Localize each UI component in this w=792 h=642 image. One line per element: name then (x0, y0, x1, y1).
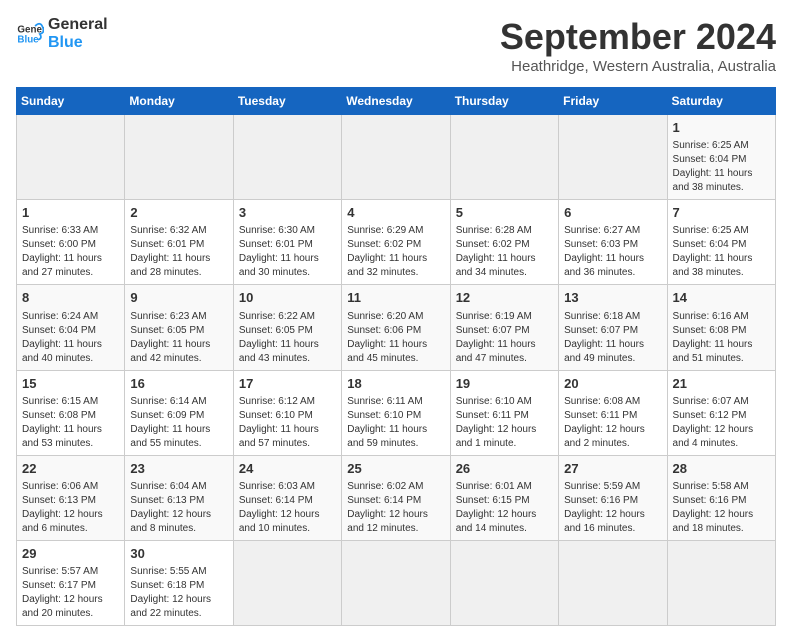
calendar-cell: 27Sunrise: 5:59 AMSunset: 6:16 PMDayligh… (559, 455, 667, 540)
calendar-cell (559, 540, 667, 625)
day-number: 9 (130, 289, 227, 307)
location-title: Heathridge, Western Australia, Australia (500, 58, 776, 75)
calendar-cell (342, 115, 450, 200)
calendar-week-1: 1Sunrise: 6:33 AMSunset: 6:00 PMDaylight… (17, 200, 776, 285)
day-number: 13 (564, 289, 661, 307)
header-tuesday: Tuesday (233, 88, 341, 115)
day-number: 16 (130, 375, 227, 393)
calendar-week-0: 1Sunrise: 6:25 AMSunset: 6:04 PMDaylight… (17, 115, 776, 200)
day-number: 4 (347, 204, 444, 222)
day-number: 10 (239, 289, 336, 307)
calendar-cell (559, 115, 667, 200)
day-number: 11 (347, 289, 444, 307)
calendar-cell: 25Sunrise: 6:02 AMSunset: 6:14 PMDayligh… (342, 455, 450, 540)
calendar-cell: 14Sunrise: 6:16 AMSunset: 6:08 PMDayligh… (667, 285, 775, 370)
calendar-cell: 18Sunrise: 6:11 AMSunset: 6:10 PMDayligh… (342, 370, 450, 455)
day-number: 1 (673, 119, 770, 137)
calendar-week-4: 22Sunrise: 6:06 AMSunset: 6:13 PMDayligh… (17, 455, 776, 540)
calendar-cell (450, 115, 558, 200)
day-number: 7 (673, 204, 770, 222)
day-number: 18 (347, 375, 444, 393)
day-number: 12 (456, 289, 553, 307)
day-number: 22 (22, 460, 119, 478)
calendar-cell: 24Sunrise: 6:03 AMSunset: 6:14 PMDayligh… (233, 455, 341, 540)
day-number: 20 (564, 375, 661, 393)
calendar-cell: 26Sunrise: 6:01 AMSunset: 6:15 PMDayligh… (450, 455, 558, 540)
calendar-cell: 21Sunrise: 6:07 AMSunset: 6:12 PMDayligh… (667, 370, 775, 455)
calendar-cell (450, 540, 558, 625)
day-number: 3 (239, 204, 336, 222)
calendar-week-5: 29Sunrise: 5:57 AMSunset: 6:17 PMDayligh… (17, 540, 776, 625)
calendar-cell: 3Sunrise: 6:30 AMSunset: 6:01 PMDaylight… (233, 200, 341, 285)
calendar-cell: 5Sunrise: 6:28 AMSunset: 6:02 PMDaylight… (450, 200, 558, 285)
calendar-cell: 6Sunrise: 6:27 AMSunset: 6:03 PMDaylight… (559, 200, 667, 285)
calendar-cell (233, 115, 341, 200)
header-friday: Friday (559, 88, 667, 115)
calendar-cell (667, 540, 775, 625)
day-number: 14 (673, 289, 770, 307)
day-number: 25 (347, 460, 444, 478)
header: General Blue General Blue September 2024… (16, 16, 776, 75)
day-number: 15 (22, 375, 119, 393)
calendar-cell: 9Sunrise: 6:23 AMSunset: 6:05 PMDaylight… (125, 285, 233, 370)
day-number: 17 (239, 375, 336, 393)
calendar-header-row: SundayMondayTuesdayWednesdayThursdayFrid… (17, 88, 776, 115)
day-number: 8 (22, 289, 119, 307)
day-number: 6 (564, 204, 661, 222)
calendar-cell: 8Sunrise: 6:24 AMSunset: 6:04 PMDaylight… (17, 285, 125, 370)
calendar-cell: 30Sunrise: 5:55 AMSunset: 6:18 PMDayligh… (125, 540, 233, 625)
day-number: 27 (564, 460, 661, 478)
calendar-cell: 23Sunrise: 6:04 AMSunset: 6:13 PMDayligh… (125, 455, 233, 540)
day-number: 24 (239, 460, 336, 478)
header-thursday: Thursday (450, 88, 558, 115)
day-number: 19 (456, 375, 553, 393)
day-number: 30 (130, 545, 227, 563)
day-number: 23 (130, 460, 227, 478)
day-number: 28 (673, 460, 770, 478)
calendar-cell: 13Sunrise: 6:18 AMSunset: 6:07 PMDayligh… (559, 285, 667, 370)
calendar-cell (17, 115, 125, 200)
calendar-cell: 7Sunrise: 6:25 AMSunset: 6:04 PMDaylight… (667, 200, 775, 285)
title-section: September 2024 Heathridge, Western Austr… (500, 16, 776, 75)
svg-text:Blue: Blue (17, 34, 39, 45)
header-sunday: Sunday (17, 88, 125, 115)
logo-general: General (48, 16, 108, 34)
day-number: 21 (673, 375, 770, 393)
day-number: 5 (456, 204, 553, 222)
day-number: 1 (22, 204, 119, 222)
day-number: 29 (22, 545, 119, 563)
calendar-cell (125, 115, 233, 200)
calendar-cell: 15Sunrise: 6:15 AMSunset: 6:08 PMDayligh… (17, 370, 125, 455)
calendar-week-2: 8Sunrise: 6:24 AMSunset: 6:04 PMDaylight… (17, 285, 776, 370)
calendar-week-3: 15Sunrise: 6:15 AMSunset: 6:08 PMDayligh… (17, 370, 776, 455)
logo: General Blue General Blue (16, 16, 108, 51)
calendar-cell: 12Sunrise: 6:19 AMSunset: 6:07 PMDayligh… (450, 285, 558, 370)
calendar-cell: 4Sunrise: 6:29 AMSunset: 6:02 PMDaylight… (342, 200, 450, 285)
calendar-cell: 20Sunrise: 6:08 AMSunset: 6:11 PMDayligh… (559, 370, 667, 455)
calendar-cell: 17Sunrise: 6:12 AMSunset: 6:10 PMDayligh… (233, 370, 341, 455)
calendar-cell: 10Sunrise: 6:22 AMSunset: 6:05 PMDayligh… (233, 285, 341, 370)
calendar-cell: 11Sunrise: 6:20 AMSunset: 6:06 PMDayligh… (342, 285, 450, 370)
logo-icon: General Blue (16, 20, 44, 48)
header-saturday: Saturday (667, 88, 775, 115)
calendar-table: SundayMondayTuesdayWednesdayThursdayFrid… (16, 87, 776, 626)
calendar-cell: 2Sunrise: 6:32 AMSunset: 6:01 PMDaylight… (125, 200, 233, 285)
calendar-cell: 16Sunrise: 6:14 AMSunset: 6:09 PMDayligh… (125, 370, 233, 455)
calendar-cell: 29Sunrise: 5:57 AMSunset: 6:17 PMDayligh… (17, 540, 125, 625)
calendar-cell: 1Sunrise: 6:25 AMSunset: 6:04 PMDaylight… (667, 115, 775, 200)
logo-blue: Blue (48, 34, 108, 52)
calendar-cell: 19Sunrise: 6:10 AMSunset: 6:11 PMDayligh… (450, 370, 558, 455)
header-monday: Monday (125, 88, 233, 115)
day-number: 26 (456, 460, 553, 478)
calendar-cell (342, 540, 450, 625)
calendar-cell: 22Sunrise: 6:06 AMSunset: 6:13 PMDayligh… (17, 455, 125, 540)
month-title: September 2024 (500, 16, 776, 58)
calendar-cell: 1Sunrise: 6:33 AMSunset: 6:00 PMDaylight… (17, 200, 125, 285)
calendar-cell: 28Sunrise: 5:58 AMSunset: 6:16 PMDayligh… (667, 455, 775, 540)
day-number: 2 (130, 204, 227, 222)
calendar-cell (233, 540, 341, 625)
header-wednesday: Wednesday (342, 88, 450, 115)
